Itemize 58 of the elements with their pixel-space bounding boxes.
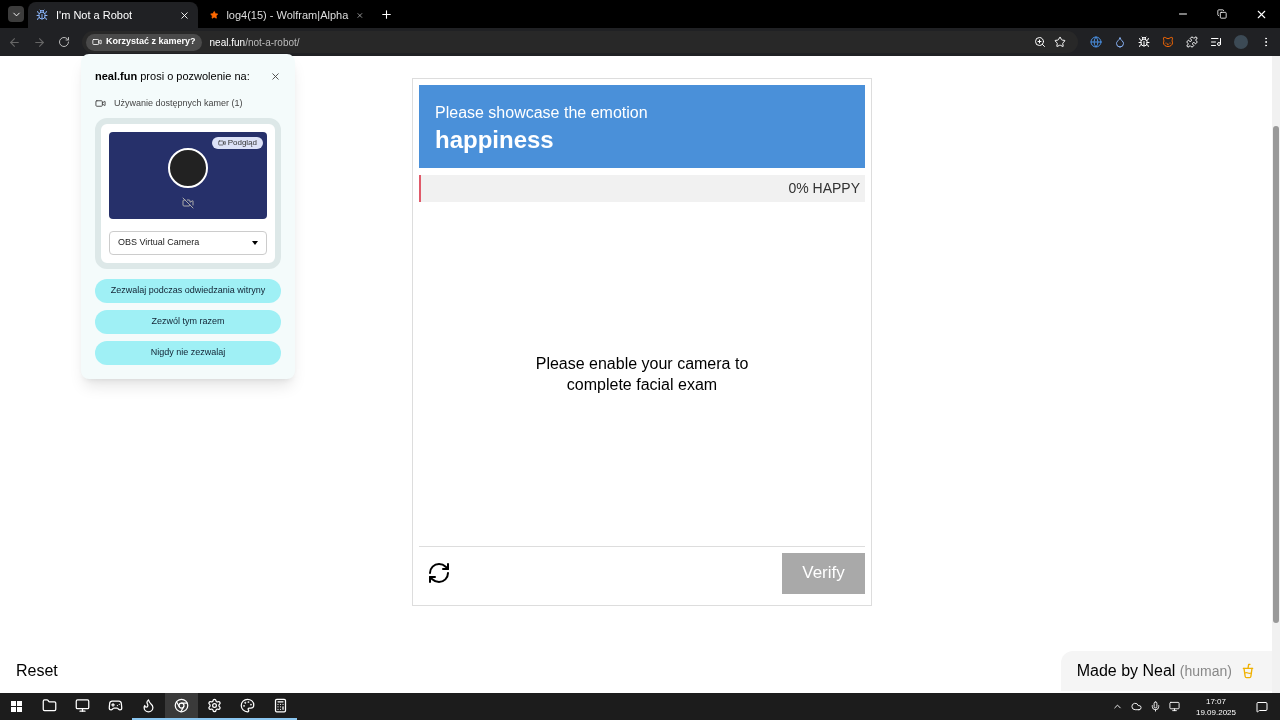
taskbar-app[interactable]: [165, 693, 198, 720]
microphone-icon[interactable]: [1149, 701, 1161, 712]
clock-date: 19.09.2025: [1195, 706, 1236, 718]
camera-message: Please enable your camera to complete facial exam: [534, 354, 750, 395]
preview-badge: Podgląd: [211, 137, 263, 149]
new-tab-icon[interactable]: [380, 7, 393, 21]
folder-icon: [42, 698, 57, 713]
media-icon[interactable]: [1210, 36, 1222, 48]
palette-icon: [240, 698, 255, 713]
extensions-icon[interactable]: [1186, 36, 1198, 48]
permission-button[interactable]: Nigdy nie zezwalaj: [95, 341, 281, 365]
tab-title: I'm Not a Robot: [56, 7, 134, 23]
prompt-text: Please showcase the emotion: [435, 103, 649, 123]
browser-tab[interactable]: I'm Not a Robot: [28, 2, 198, 28]
close-icon[interactable]: [179, 9, 190, 21]
zoom-icon[interactable]: [1034, 36, 1046, 48]
camera-select[interactable]: OBS Virtual Camera: [109, 231, 267, 255]
star-icon: [210, 9, 219, 21]
permission-text: Używanie dostępnych kamer (1): [114, 96, 243, 110]
droplet-icon[interactable]: [1114, 36, 1126, 48]
camera-icon: [92, 37, 102, 47]
camera-permission-chip[interactable]: Korzystać z kamery?: [86, 33, 202, 51]
forward-icon[interactable]: [33, 35, 46, 49]
camera-off-icon: [182, 197, 194, 209]
browser-tab[interactable]: log4(15) - Wolfram|Alpha: [202, 2, 372, 28]
back-icon[interactable]: [8, 35, 21, 49]
permission-button[interactable]: Zezwalaj podczas odwiedzania witryny: [95, 279, 281, 303]
gamepad-icon: [108, 698, 123, 713]
scrollbar[interactable]: [1272, 56, 1280, 693]
meter-reading: 0% HAPPY: [788, 179, 860, 198]
monitor-icon: [75, 698, 90, 713]
extension-icon[interactable]: [1138, 36, 1150, 48]
network-icon[interactable]: [1168, 701, 1180, 712]
restore-icon[interactable]: [1217, 9, 1227, 19]
browser-icon: [174, 698, 189, 713]
refresh-icon[interactable]: [427, 561, 451, 585]
settings-icon: [207, 698, 222, 713]
tab-title: log4(15) - Wolfram|Alpha: [226, 7, 349, 23]
close-icon[interactable]: [270, 70, 281, 82]
calculator-icon: [273, 698, 288, 713]
notifications-icon[interactable]: [1256, 700, 1268, 713]
address-bar[interactable]: Korzystać z kamery? neal.fun/not-a-robot/: [82, 31, 1078, 53]
reload-icon[interactable]: [58, 36, 70, 48]
flame-icon: [141, 698, 156, 713]
camera-icon: [217, 139, 226, 147]
emotion-text: happiness: [435, 125, 555, 155]
popup-title: neal.fun prosi o pozwolenie na:: [95, 69, 250, 84]
camera-icon: [95, 97, 106, 109]
logo-icon: [168, 147, 208, 188]
bookmark-star-icon[interactable]: [1054, 36, 1066, 48]
cloud-icon[interactable]: [1130, 701, 1142, 712]
cup-icon: [1240, 663, 1256, 679]
permission-button[interactable]: Zezwól tym razem: [95, 310, 281, 334]
credit-badge[interactable]: Made by Neal (human): [1060, 651, 1272, 691]
tab-list-button[interactable]: [8, 6, 24, 22]
url-text: neal.fun/not-a-robot/: [209, 35, 300, 50]
clock-time: 17:07: [1205, 695, 1226, 707]
credit-text: Made by Neal (human): [1076, 661, 1232, 681]
